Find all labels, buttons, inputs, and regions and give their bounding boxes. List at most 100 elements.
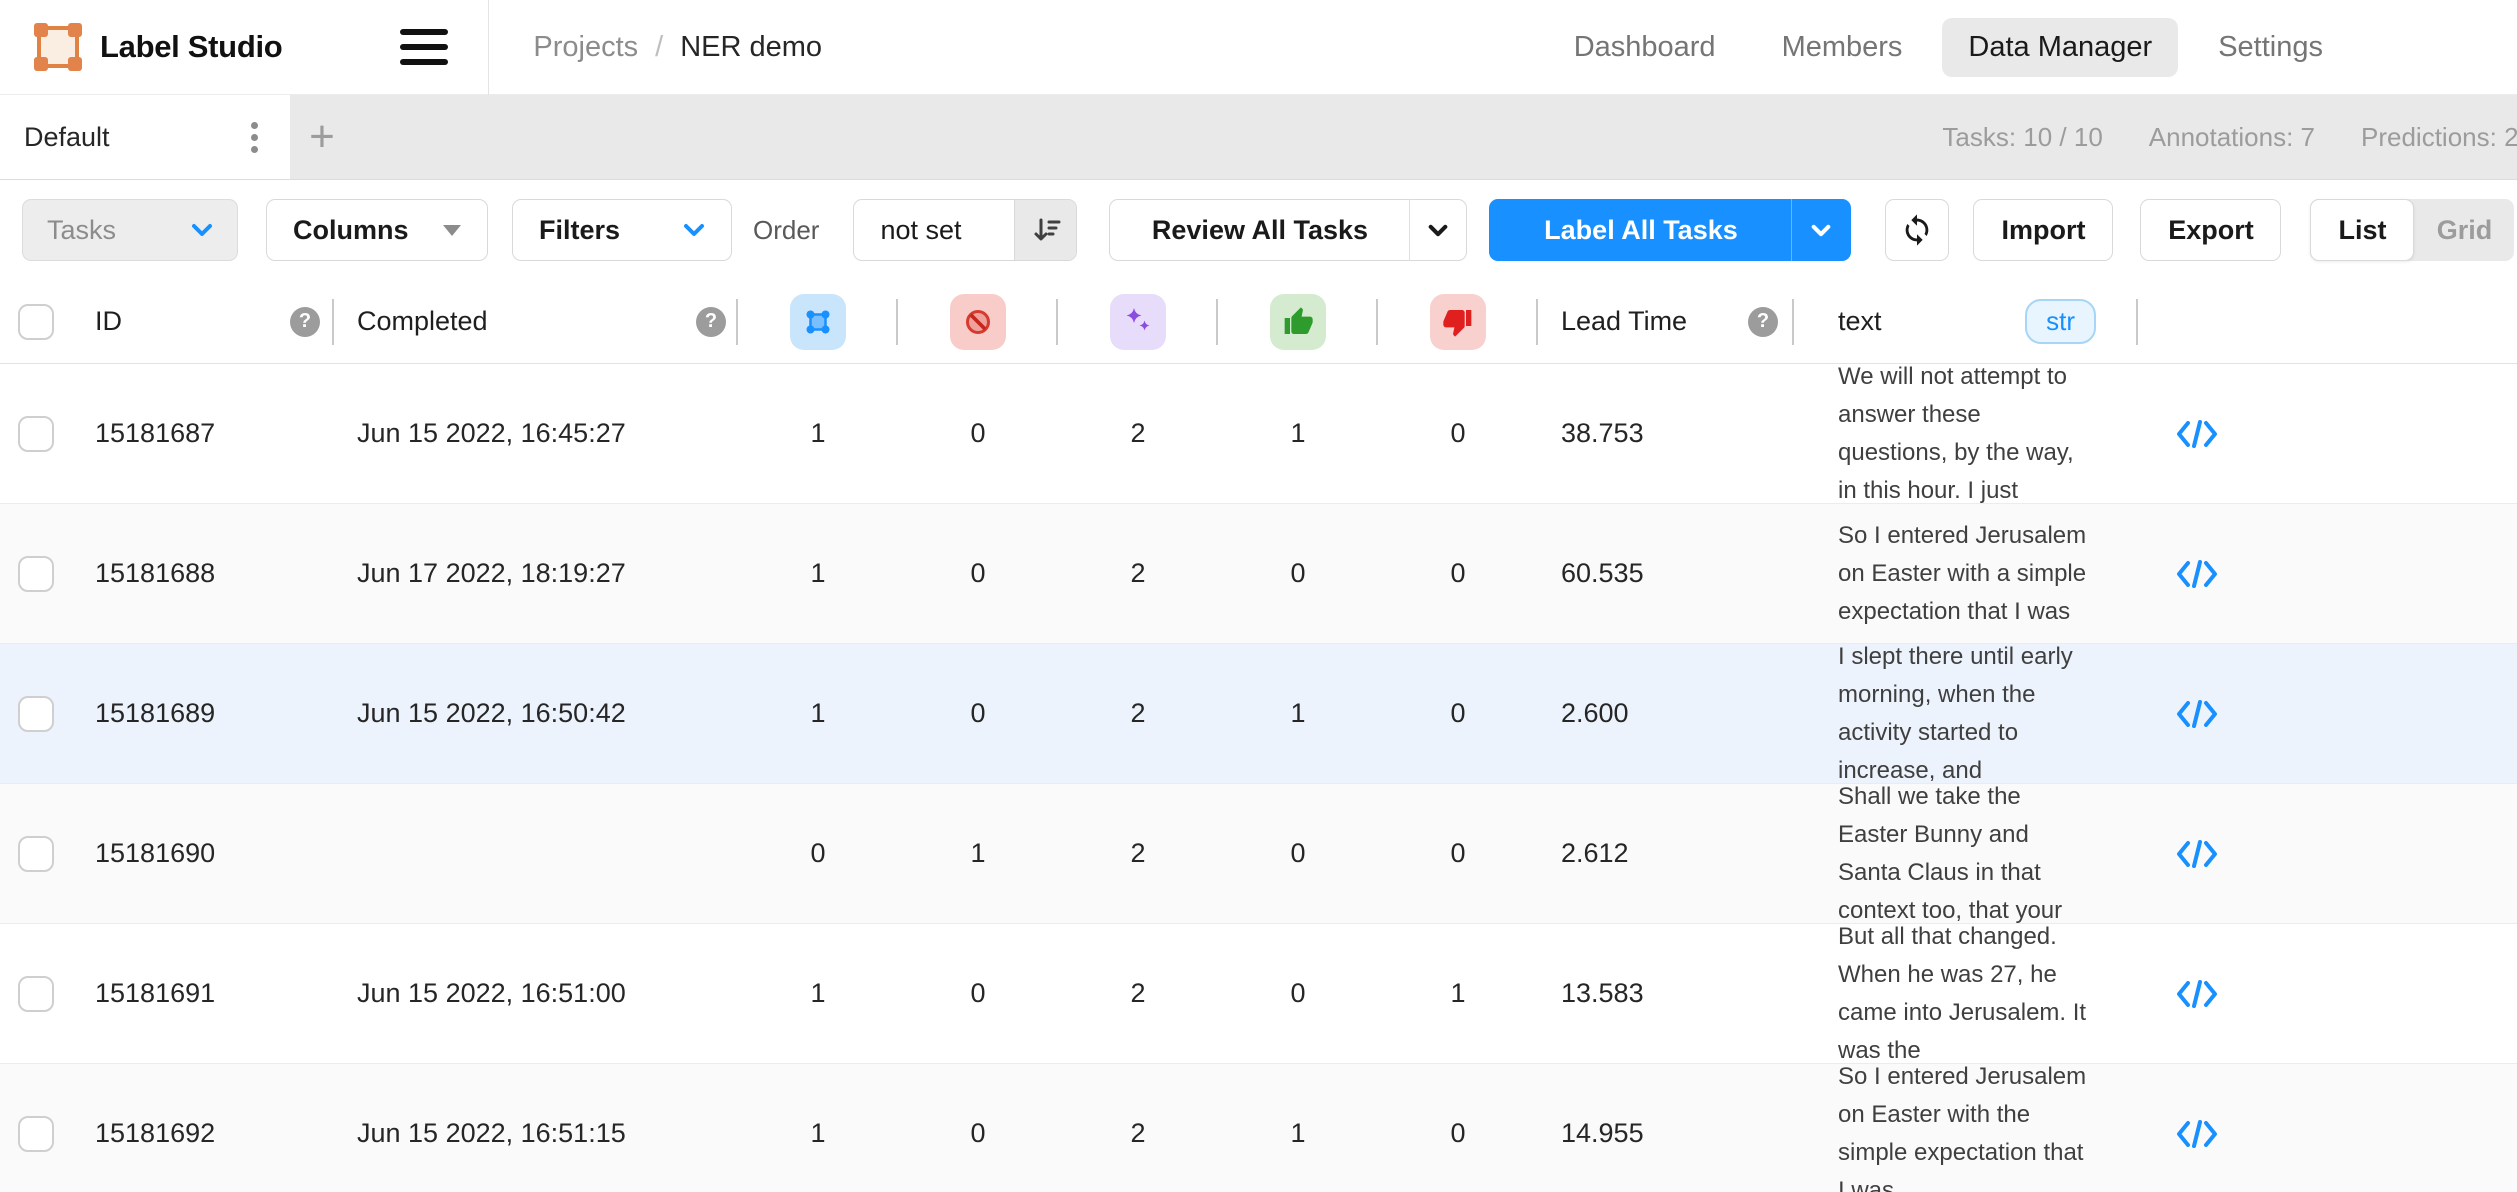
accepted-count: 1 <box>1290 418 1305 449</box>
annotations-counter: Annotations: 7 <box>2149 122 2315 153</box>
task-completed: Jun 17 2022, 18:19:27 <box>357 558 626 589</box>
nav-data-manager[interactable]: Data Manager <box>1942 18 2178 77</box>
export-button[interactable]: Export <box>2140 199 2281 261</box>
rejected-count: 0 <box>1450 418 1465 449</box>
tab-default[interactable]: Default <box>0 95 290 179</box>
column-header-completed[interactable]: Completed ? <box>334 280 738 363</box>
label-all-tasks-button[interactable]: Label All Tasks <box>1489 199 1851 261</box>
tasks-dropdown[interactable]: Tasks <box>22 199 238 261</box>
columns-dropdown[interactable]: Columns <box>266 199 488 261</box>
accepted-count: 0 <box>1290 838 1305 869</box>
order-label: Order <box>753 215 819 246</box>
code-icon <box>2175 1119 2219 1149</box>
code-icon <box>2175 419 2219 449</box>
task-completed: Jun 15 2022, 16:51:00 <box>357 978 626 1009</box>
task-text: So I entered Jerusalem on Easter with a … <box>1838 517 2096 631</box>
table-row[interactable]: 15181688 Jun 17 2022, 18:19:27 1 0 2 0 0… <box>0 504 2517 644</box>
nav-settings[interactable]: Settings <box>2192 18 2349 77</box>
header-divider <box>488 0 489 95</box>
code-icon <box>2175 559 2219 589</box>
task-text: I slept there until early morning, when … <box>1838 638 2096 790</box>
cancelled-count: 0 <box>970 978 985 1009</box>
help-icon[interactable]: ? <box>290 307 320 337</box>
filters-dropdown[interactable]: Filters <box>512 199 732 261</box>
show-source-button[interactable] <box>2175 1119 2219 1149</box>
column-header-id[interactable]: ID ? <box>70 280 334 363</box>
show-source-button[interactable] <box>2175 559 2219 589</box>
select-all-checkbox[interactable] <box>18 304 54 340</box>
review-all-tasks-button[interactable]: Review All Tasks <box>1109 199 1467 261</box>
tab-menu-button[interactable] <box>245 116 264 159</box>
menu-button[interactable] <box>400 29 448 65</box>
refresh-button[interactable] <box>1885 199 1949 261</box>
rejected-count: 0 <box>1450 698 1465 729</box>
show-source-button[interactable] <box>2175 699 2219 729</box>
lead-time-value: 38.753 <box>1561 418 1644 449</box>
thumbs-down-icon <box>1442 306 1474 338</box>
sort-direction-button[interactable] <box>1014 200 1076 260</box>
column-header-annotations[interactable] <box>738 280 898 363</box>
type-badge-str: str <box>2025 299 2096 344</box>
data-manager-toolbar: Tasks Columns Filters Order not set <box>0 180 2517 280</box>
column-header-text[interactable]: text str <box>1794 280 2138 363</box>
table-row[interactable]: 15181691 Jun 15 2022, 16:51:00 1 0 2 0 1… <box>0 924 2517 1064</box>
view-list-button[interactable]: List <box>2310 199 2414 261</box>
select-all-cell <box>0 280 70 363</box>
table-row[interactable]: 15181687 Jun 15 2022, 16:45:27 1 0 2 1 0… <box>0 364 2517 504</box>
row-checkbox[interactable] <box>18 696 54 732</box>
column-header-cancelled[interactable] <box>898 280 1058 363</box>
show-source-button[interactable] <box>2175 979 2219 1009</box>
annotations-count: 1 <box>810 558 825 589</box>
breadcrumb: Projects / NER demo <box>533 31 822 64</box>
task-completed: Jun 15 2022, 16:50:42 <box>357 698 626 729</box>
cancelled-count: 1 <box>970 838 985 869</box>
show-source-button[interactable] <box>2175 839 2219 869</box>
view-grid-button[interactable]: Grid <box>2414 215 2514 246</box>
table-row[interactable]: 15181689 Jun 15 2022, 16:50:42 1 0 2 1 0… <box>0 644 2517 784</box>
task-id: 15181692 <box>95 1118 215 1149</box>
column-header-predictions[interactable] <box>1058 280 1218 363</box>
predictions-count: 2 <box>1130 978 1145 1009</box>
predictions-count: 2 <box>1130 698 1145 729</box>
column-header-lead-time[interactable]: Lead Time ? <box>1538 280 1794 363</box>
task-id: 15181688 <box>95 558 215 589</box>
show-source-button[interactable] <box>2175 419 2219 449</box>
label-studio-logo <box>32 21 84 73</box>
row-checkbox[interactable] <box>18 556 54 592</box>
order-value-button[interactable]: not set <box>853 199 1077 261</box>
row-checkbox[interactable] <box>18 416 54 452</box>
help-icon[interactable]: ? <box>1748 307 1778 337</box>
cancelled-count: 0 <box>970 698 985 729</box>
import-button[interactable]: Import <box>1973 199 2113 261</box>
predictions-sparkles-icon <box>1121 305 1155 339</box>
column-header-rejected[interactable] <box>1378 280 1538 363</box>
help-icon[interactable]: ? <box>696 307 726 337</box>
label-studio-app: Label Studio Projects / NER demo Dashboa… <box>0 0 2517 1192</box>
table-row[interactable]: 15181692 Jun 15 2022, 16:51:15 1 0 2 1 0… <box>0 1064 2517 1192</box>
annotations-count: 1 <box>810 418 825 449</box>
code-icon <box>2175 839 2219 869</box>
cancelled-icon <box>961 305 995 339</box>
tab-stats: Tasks: 10 / 10 Annotations: 7 Prediction… <box>1942 95 2517 179</box>
tasks-counter: Tasks: 10 / 10 <box>1942 122 2102 153</box>
chevron-down-icon <box>1811 224 1831 237</box>
review-all-tasks-chevron[interactable] <box>1410 224 1466 237</box>
row-checkbox[interactable] <box>18 1116 54 1152</box>
plus-icon: + <box>309 112 335 162</box>
app-title: Label Studio <box>100 29 282 65</box>
table-row[interactable]: 15181690 0 1 2 0 0 2.612 <box>0 784 2517 924</box>
row-checkbox[interactable] <box>18 976 54 1012</box>
cancelled-count: 0 <box>970 1118 985 1149</box>
nav-members[interactable]: Members <box>1756 18 1929 77</box>
sort-descending-icon <box>1030 214 1062 246</box>
add-tab-button[interactable]: + <box>290 95 354 179</box>
label-all-tasks-chevron[interactable] <box>1792 224 1850 237</box>
task-text: Shall we take the Easter Bunny and Santa… <box>1838 778 2096 930</box>
breadcrumb-projects[interactable]: Projects <box>533 31 638 64</box>
row-checkbox[interactable] <box>18 836 54 872</box>
predictions-count: 2 <box>1130 418 1145 449</box>
column-header-accepted[interactable] <box>1218 280 1378 363</box>
task-table-body: 15181687 Jun 15 2022, 16:45:27 1 0 2 1 0… <box>0 364 2517 1192</box>
nav-dashboard[interactable]: Dashboard <box>1548 18 1742 77</box>
annotations-count: 1 <box>810 978 825 1009</box>
